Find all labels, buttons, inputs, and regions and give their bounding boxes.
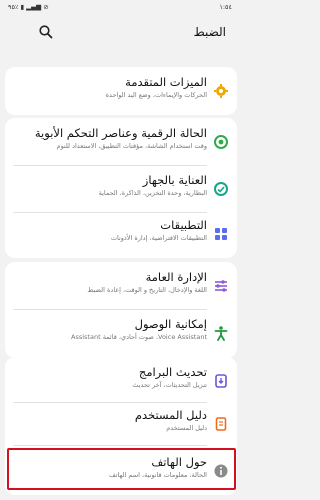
accessibility-icon <box>213 325 229 341</box>
user-manual-icon <box>213 416 229 432</box>
software-update-icon <box>213 373 229 389</box>
status-indicators: ٩٥٪ ▮ ▂▄▆ ⊘ <box>8 3 49 11</box>
item-title: الإدارة العامة <box>145 270 207 284</box>
settings-card-device: الحالة الرقمية وعناصر التحكم الأبوية وقت… <box>5 118 237 258</box>
page-title: الضبط <box>193 25 226 39</box>
settings-item-user-manual[interactable]: دليل المستخدم دليل المستخدم <box>5 400 237 448</box>
gear-plus-icon <box>213 83 229 99</box>
settings-item-advanced-features[interactable]: الميزات المتقدمة الحركات والإيماءات، وضع… <box>5 67 237 115</box>
status-bar: ٩٥٪ ▮ ▂▄▆ ⊘ ١:٥٤ <box>0 0 242 14</box>
settings-item-apps[interactable]: التطبيقات التطبيقات الافتراضية، إدارة ال… <box>5 210 237 258</box>
settings-item-accessibility[interactable]: إمكانية الوصول Voice Assistant، صوت أحاد… <box>5 309 237 357</box>
settings-item-software-update[interactable]: تحديث البرامج تنزيل التحديثات، آخر تحديث <box>5 357 237 405</box>
settings-card-advanced: الميزات المتقدمة الحركات والإيماءات، وضع… <box>5 67 237 115</box>
sliders-icon <box>213 278 229 294</box>
item-title: الحالة الرقمية وعناصر التحكم الأبوية <box>34 126 207 140</box>
device-care-icon <box>213 181 229 197</box>
settings-item-device-care[interactable]: العناية بالجهاز البطارية، وحدة التخزين، … <box>5 165 237 213</box>
item-subtitle: التطبيقات الافتراضية، إدارة الأذونات <box>110 234 207 242</box>
item-subtitle: وقت استخدام الشاشة، مؤقتات التطبيق، الاس… <box>56 142 207 150</box>
item-title: العناية بالجهاز <box>142 173 207 187</box>
settings-item-digital-wellbeing[interactable]: الحالة الرقمية وعناصر التحكم الأبوية وقت… <box>5 118 237 166</box>
item-subtitle: تنزيل التحديثات، آخر تحديث <box>132 381 207 389</box>
item-subtitle: Voice Assistant، صوت أحادي، قائمة Assist… <box>71 333 207 341</box>
item-title: دليل المستخدم <box>134 408 207 422</box>
apps-grid-icon <box>213 226 229 242</box>
item-subtitle: دليل المستخدم <box>166 424 207 432</box>
item-title: إمكانية الوصول <box>134 317 207 331</box>
divider <box>13 445 207 446</box>
app-header: الضبط <box>0 18 242 46</box>
item-title: الميزات المتقدمة <box>125 75 207 89</box>
item-subtitle: اللغة والإدخال، التاريخ و الوقت، إعادة ا… <box>87 286 207 294</box>
highlight-box <box>7 448 236 490</box>
status-time: ١:٥٤ <box>219 3 232 11</box>
settings-card-general: الإدارة العامة اللغة والإدخال، التاريخ و… <box>5 262 237 358</box>
digital-wellbeing-icon <box>213 134 229 150</box>
item-title: تحديث البرامج <box>138 365 207 379</box>
item-subtitle: الحركات والإيماءات، وضع اليد الواحدة <box>105 91 207 99</box>
item-subtitle: البطارية، وحدة التخزين، الذاكرة، الحماية <box>98 189 207 197</box>
settings-item-general-management[interactable]: الإدارة العامة اللغة والإدخال، التاريخ و… <box>5 262 237 310</box>
item-title: التطبيقات <box>160 218 207 232</box>
search-icon[interactable] <box>38 24 54 40</box>
